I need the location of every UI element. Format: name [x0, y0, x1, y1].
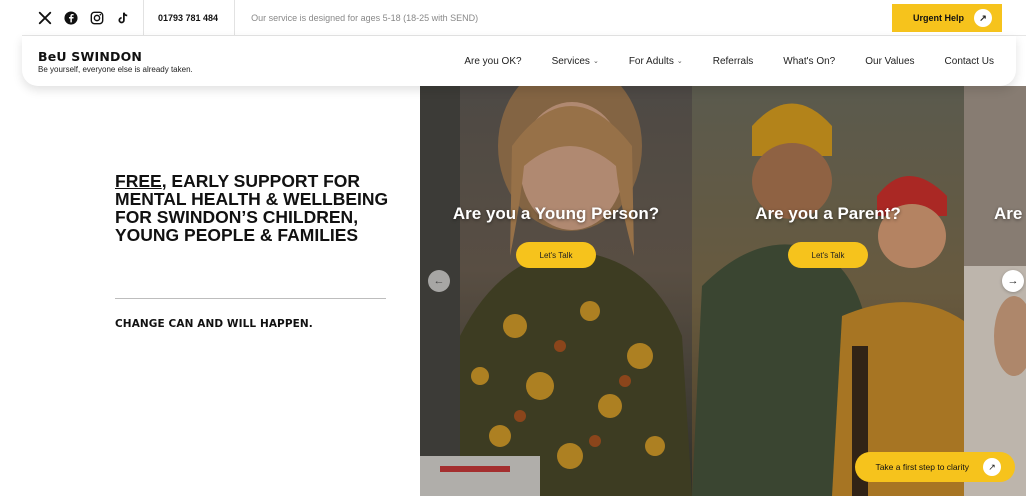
lets-talk-button[interactable]: Let's Talk: [788, 242, 868, 268]
first-step-cta-label: Take a first step to clarity: [875, 462, 969, 472]
instagram-icon[interactable]: [90, 11, 104, 25]
lets-talk-button[interactable]: Let's Talk: [516, 242, 596, 268]
nav-item-services[interactable]: Services ⌄: [552, 56, 599, 67]
slider-prev-button[interactable]: ←: [428, 270, 450, 292]
facebook-icon[interactable]: [64, 10, 78, 25]
young-person-photo: [420, 86, 692, 496]
x-icon[interactable]: [38, 11, 52, 25]
nav-item-label: Referrals: [712, 55, 754, 67]
page: 01793 781 484 Our service is designed fo…: [0, 0, 1026, 496]
chevron-down-icon: ⌄: [592, 58, 599, 65]
parent-photo: [692, 86, 964, 496]
slide-young-person[interactable]: Are you a Young Person? Let's Talk: [420, 86, 692, 496]
phone-number-link[interactable]: 01793 781 484: [144, 0, 236, 35]
nav-item-referrals[interactable]: Referrals: [713, 56, 754, 67]
nav-item-contact-us[interactable]: Contact Us: [945, 56, 994, 67]
main-navbar: BeU SWINDON Be yourself, everyone else i…: [22, 36, 1016, 86]
nav-item-label: Are you OK?: [464, 55, 522, 67]
hero-title: FREE, EARLY SUPPORT FOR MENTAL HEALTH & …: [115, 172, 395, 244]
first-step-cta-button[interactable]: Take a first step to clarity ↗: [855, 452, 1015, 482]
arrow-left-icon: ←: [433, 275, 445, 287]
arrow-up-right-icon: ↗: [983, 458, 1001, 476]
primary-nav: Are you OK? Services ⌄ For Adults ⌄ Referr…: [464, 36, 994, 86]
brand-logo-link[interactable]: BeU SWINDON Be yourself, everyone else i…: [22, 49, 322, 74]
urgent-help-label: Urgent Help: [912, 13, 964, 23]
nav-item-label: What's On?: [783, 55, 836, 67]
top-utility-bar: 01793 781 484 Our service is designed fo…: [22, 0, 1026, 36]
slide-title: Are you a Parent?: [755, 204, 901, 223]
hero-text: FREE, EARLY SUPPORT FOR MENTAL HEALTH & …: [115, 172, 395, 244]
brand-tagline: Be yourself, everyone else is already ta…: [38, 64, 193, 74]
nav-item-label: For Adults: [628, 55, 674, 67]
arrow-right-icon: →: [1007, 275, 1019, 287]
nav-item-for-adults[interactable]: For Adults ⌄: [629, 56, 683, 67]
tiktok-icon[interactable]: [116, 11, 130, 25]
nav-item-label: Services: [551, 55, 590, 67]
nav-item-whats-on[interactable]: What's On?: [783, 56, 835, 67]
nav-item-are-you-ok[interactable]: Are you OK?: [464, 56, 521, 67]
slide-title: Are: [994, 204, 1023, 223]
chevron-down-icon: ⌄: [676, 58, 683, 65]
brand-name: BeU SWINDON: [38, 48, 143, 64]
nav-item-label: Contact Us: [944, 55, 994, 67]
urgent-help-button[interactable]: Urgent Help ↗: [892, 4, 1002, 32]
hero-subheading: CHANGE CAN AND WILL HAPPEN.: [115, 318, 313, 330]
hero-divider: [115, 298, 386, 299]
hero-title-emphasis: FREE: [115, 171, 162, 191]
slider-next-button[interactable]: →: [1002, 270, 1024, 292]
nav-item-label: Our Values: [865, 55, 915, 67]
audience-slider: Are you a Young Person? Let's Talk Are y…: [420, 86, 1026, 496]
arrow-up-right-icon: ↗: [974, 9, 992, 27]
nav-item-our-values[interactable]: Our Values: [865, 56, 914, 67]
social-links: [22, 0, 144, 35]
slide-parent[interactable]: Are you a Parent? Let's Talk: [692, 86, 964, 496]
slide-title: Are you a Young Person?: [452, 204, 660, 223]
